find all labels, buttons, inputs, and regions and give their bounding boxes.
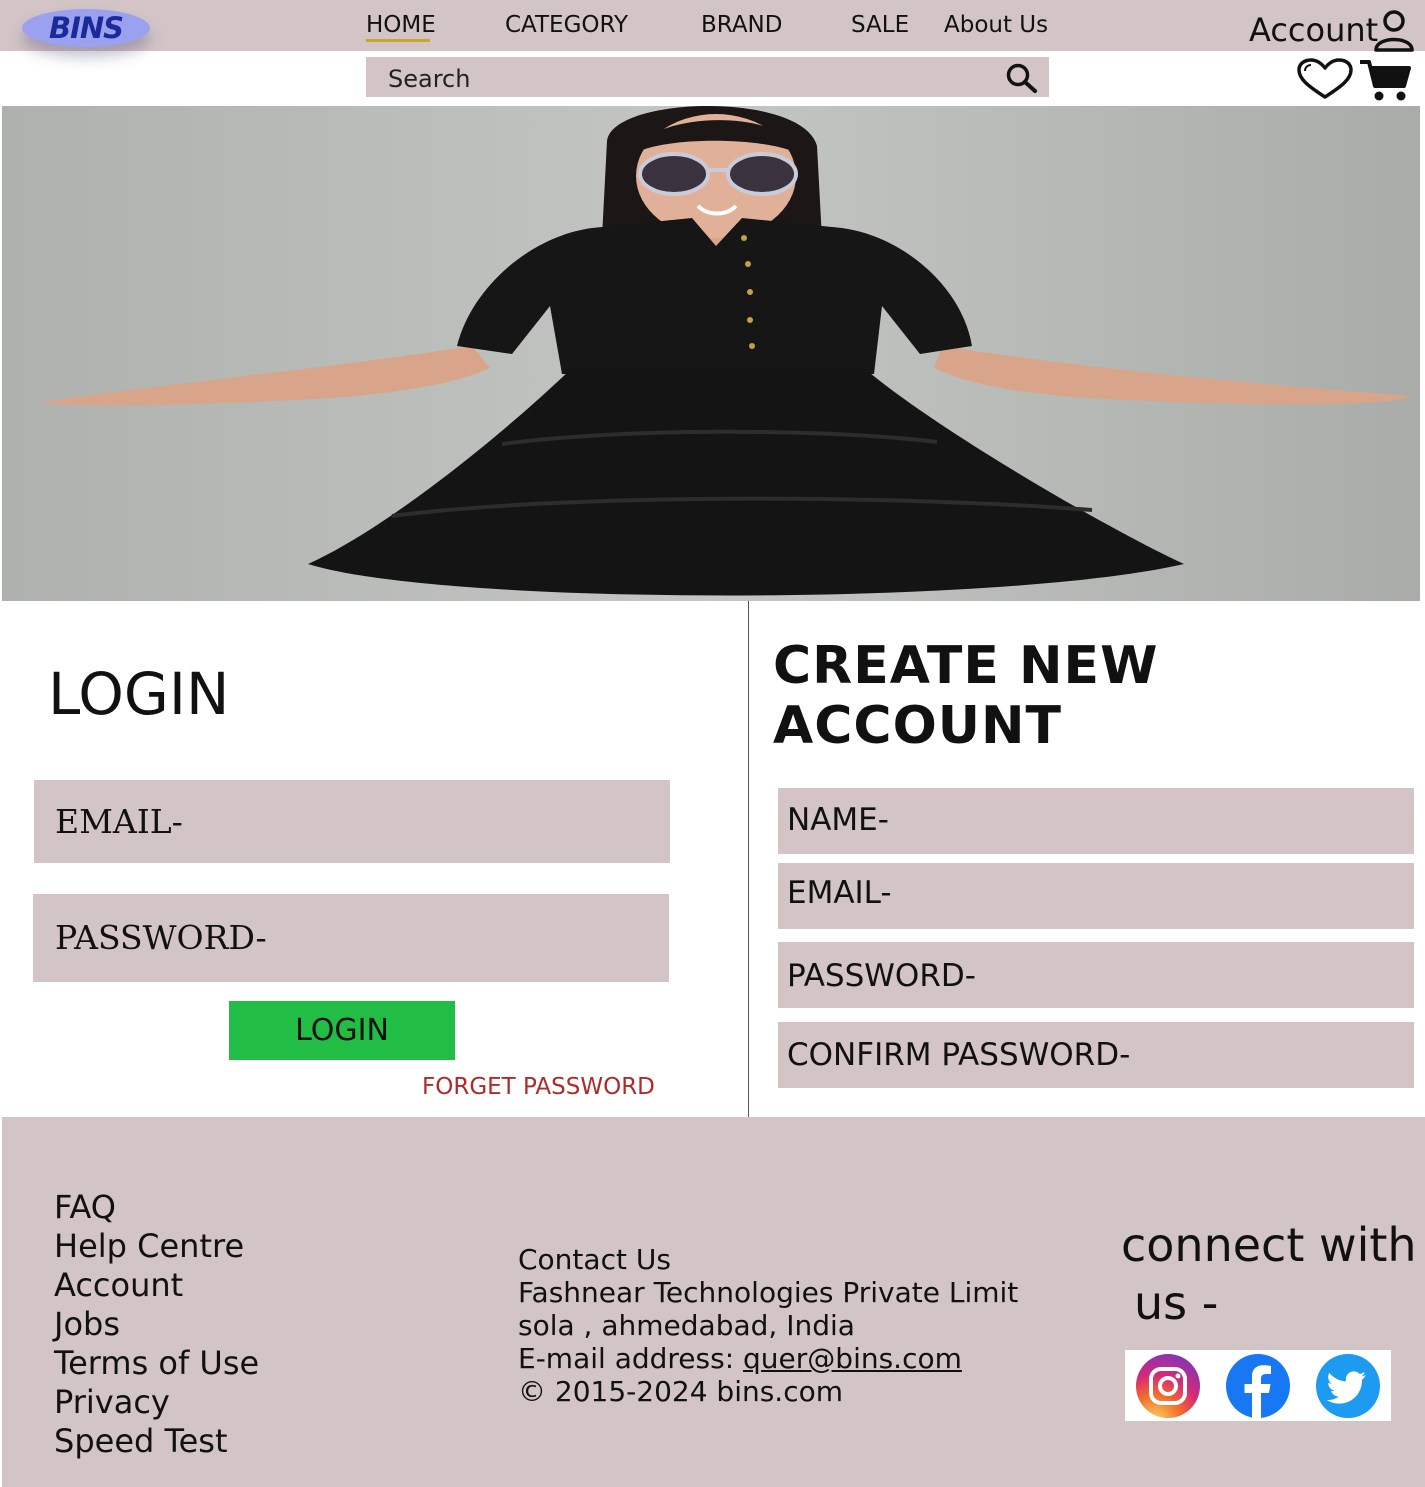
account-link[interactable]: Account: [1249, 11, 1378, 49]
forget-password-link[interactable]: FORGET PASSWORD: [422, 1074, 655, 1100]
instagram-icon[interactable]: [1135, 1353, 1201, 1419]
nav-category[interactable]: CATEGORY: [505, 12, 628, 38]
create-email-label: EMAIL-: [787, 875, 892, 911]
contact-email-prefix: E-mail address:: [518, 1342, 744, 1375]
cart-icon[interactable]: [1358, 58, 1412, 102]
footer-link-account[interactable]: Account: [54, 1266, 183, 1304]
login-title: LOGIN: [48, 660, 230, 728]
footer-link-faq[interactable]: FAQ: [54, 1188, 116, 1226]
login-password-field[interactable]: PASSWORD-: [33, 894, 669, 982]
login-email-label: EMAIL-: [55, 802, 183, 841]
create-name-field[interactable]: NAME-: [778, 788, 1414, 854]
footer-link-jobs[interactable]: Jobs: [54, 1305, 120, 1343]
copyright: © 2015-2024 bins.com: [518, 1375, 844, 1408]
footer-link-speed-test[interactable]: Speed Test: [54, 1422, 228, 1460]
nav-active-underline: [366, 39, 430, 42]
create-confirm-password-label: CONFIRM PASSWORD-: [787, 1037, 1131, 1073]
heart-icon[interactable]: [1296, 58, 1354, 100]
login-password-label: PASSWORD-: [55, 918, 267, 957]
search-icon[interactable]: [1002, 62, 1040, 94]
footer-link-privacy[interactable]: Privacy: [54, 1383, 170, 1421]
login-button[interactable]: LOGIN: [229, 1001, 455, 1060]
contact-heading: Contact Us: [518, 1243, 671, 1276]
hero-banner-image: [2, 106, 1420, 601]
connect-heading-line1: connect with: [1121, 1218, 1417, 1272]
nav-sale[interactable]: SALE: [851, 12, 909, 38]
create-password-field[interactable]: PASSWORD-: [778, 942, 1414, 1008]
logo-text: BINS: [48, 11, 124, 45]
facebook-icon[interactable]: [1225, 1353, 1291, 1419]
footer-link-help-centre[interactable]: Help Centre: [54, 1227, 244, 1265]
create-password-label: PASSWORD-: [787, 958, 976, 994]
create-email-field[interactable]: EMAIL-: [778, 863, 1414, 929]
login-email-field[interactable]: EMAIL-: [34, 780, 670, 863]
connect-heading-line2: us -: [1134, 1276, 1219, 1330]
create-confirm-password-field[interactable]: CONFIRM PASSWORD-: [778, 1022, 1414, 1088]
girl-in-black-dress-photo: [2, 106, 1420, 601]
create-account-title: CREATE NEW ACCOUNT: [773, 636, 1159, 756]
contact-email-line: E-mail address: quer@bins.com: [518, 1342, 962, 1375]
contact-address: sola , ahmedabad, India: [518, 1309, 855, 1342]
nav-about-us[interactable]: About Us: [944, 12, 1048, 38]
user-icon[interactable]: [1372, 8, 1416, 52]
bins-logo[interactable]: BINS: [22, 9, 150, 47]
twitter-icon[interactable]: [1315, 1353, 1381, 1419]
create-name-label: NAME-: [787, 802, 889, 838]
contact-company: Fashnear Technologies Private Limit: [518, 1276, 1019, 1309]
search-placeholder: Search: [388, 65, 471, 93]
nav-home[interactable]: HOME: [366, 12, 436, 38]
contact-email-link[interactable]: quer@bins.com: [743, 1342, 962, 1375]
section-divider: [748, 601, 749, 1117]
nav-brand[interactable]: BRAND: [701, 12, 782, 38]
footer-link-terms[interactable]: Terms of Use: [54, 1344, 259, 1382]
